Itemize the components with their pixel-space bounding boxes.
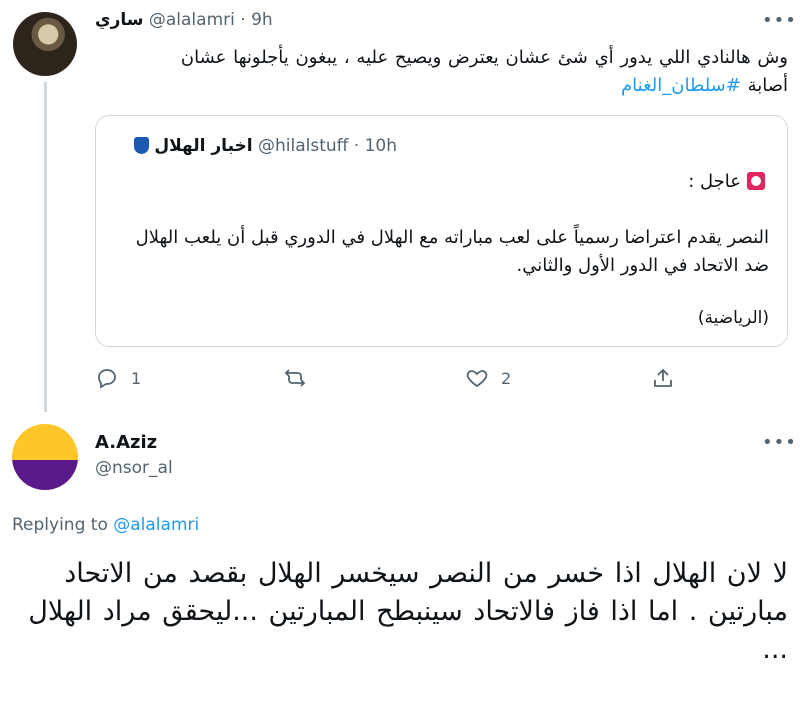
timestamp[interactable]: 9h xyxy=(251,10,273,30)
retweet-button[interactable] xyxy=(283,366,319,390)
quoted-handle: @hilalstuff xyxy=(258,136,349,156)
tweet-actions: 1 2 xyxy=(95,366,695,396)
replying-to-link[interactable]: @alalamri xyxy=(113,515,199,535)
siren-icon xyxy=(747,172,765,190)
avatar[interactable] xyxy=(13,12,77,76)
avatar[interactable] xyxy=(12,424,78,490)
quoted-header: اخبار الهلال @hilalstuff · 10h xyxy=(128,136,397,156)
tweet-text: وش هالنادي اللي يدور أي شئ عشان يعترض وي… xyxy=(180,47,788,96)
more-horizontal-icon[interactable]: ••• xyxy=(762,10,797,31)
display-name[interactable]: A.Aziz xyxy=(95,432,157,453)
quoted-timestamp: 10h xyxy=(364,136,397,156)
urgent-line: عاجل : xyxy=(688,171,765,192)
handle[interactable]: @nsor_al xyxy=(95,458,173,478)
quoted-source: (الرياضية) xyxy=(697,308,769,328)
thread-line xyxy=(44,82,47,412)
tweet-header: ساري @alalamri · 9h xyxy=(95,10,273,30)
replying-to: Replying to @alalamri xyxy=(12,515,200,535)
share-icon xyxy=(654,368,672,387)
hilal-shield-icon xyxy=(133,137,149,154)
reply-count: 1 xyxy=(131,368,142,388)
hashtag-link[interactable]: #سلطان_الغنام xyxy=(621,75,741,96)
parent-tweet[interactable]: ساري @alalamri · 9h ••• وش هالنادي اللي … xyxy=(0,0,800,420)
more-horizontal-icon[interactable]: ••• xyxy=(762,432,797,453)
retweet-icon xyxy=(284,369,306,387)
heart-icon xyxy=(466,370,488,388)
quoted-tweet[interactable]: اخبار الهلال @hilalstuff · 10h عاجل : ال… xyxy=(95,115,788,347)
handle[interactable]: @alalamri xyxy=(149,10,235,30)
display-name[interactable]: ساري xyxy=(95,10,143,30)
reply-button[interactable]: 1 xyxy=(95,366,141,390)
like-count: 2 xyxy=(501,368,512,388)
share-button[interactable] xyxy=(651,366,675,390)
quoted-display-name: اخبار الهلال xyxy=(154,136,253,156)
like-button[interactable]: 2 xyxy=(465,366,511,390)
quoted-text: النصر يقدم اعتراضا رسمياً على لعب مبارات… xyxy=(135,227,769,276)
reply-tweet[interactable]: A.Aziz @nsor_al ••• Replying to @alalamr… xyxy=(0,420,800,717)
tweet-text: لا لان الهلال اذا خسر من النصر سيخسر اله… xyxy=(28,558,788,665)
reply-icon xyxy=(98,369,116,389)
